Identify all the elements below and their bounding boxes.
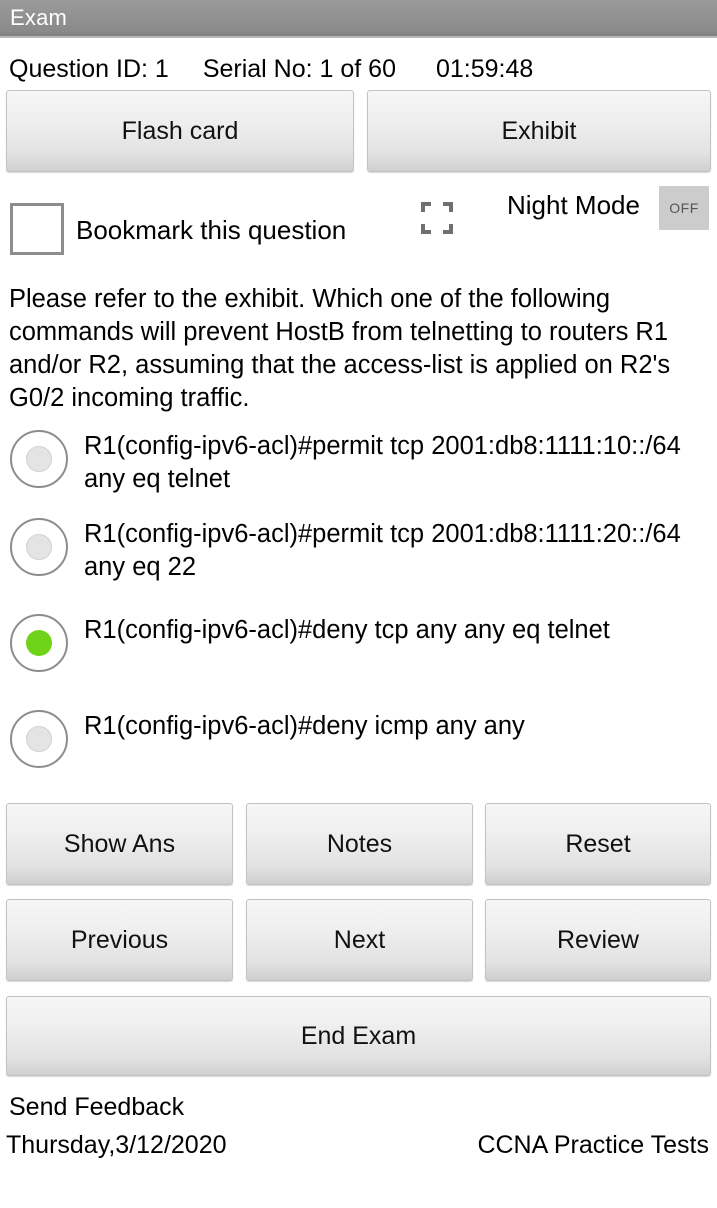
serial-number-label: Serial No: 1 of 60 [202, 54, 396, 83]
night-mode-state-label: OFF [669, 200, 699, 216]
exhibit-label: Exhibit [501, 116, 577, 145]
footer-brand: CCNA Practice Tests [477, 1131, 709, 1159]
answer-option-d[interactable]: R1(config-ipv6-acl)#deny icmp any any [0, 710, 717, 790]
answer-option-d-label: R1(config-ipv6-acl)#deny icmp any any [84, 712, 525, 740]
options-control-row: Bookmark this question Night Mode OFF [0, 186, 717, 258]
answer-option-c-label: R1(config-ipv6-acl)#deny tcp any any eq … [84, 616, 610, 644]
exam-screen: Exam Question ID: 1 Serial No: 1 of 60 0… [0, 0, 717, 1208]
question-text: Please refer to the exhibit. Which one o… [9, 285, 671, 412]
previous-button[interactable]: Previous [6, 899, 233, 981]
previous-label: Previous [70, 925, 169, 954]
titlebar: Exam [0, 0, 717, 38]
bookmark-label: Bookmark this question [76, 215, 347, 245]
night-mode-label: Night Mode [507, 190, 640, 220]
notes-button[interactable]: Notes [246, 803, 473, 885]
night-mode-toggle[interactable]: OFF [659, 186, 709, 230]
reset-button[interactable]: Reset [485, 803, 711, 885]
notes-label: Notes [326, 829, 393, 858]
exhibit-button[interactable]: Exhibit [367, 90, 711, 172]
answer-option-b-label: R1(config-ipv6-acl)#permit tcp 2001:db8:… [84, 520, 681, 581]
show-answer-label: Show Ans [63, 829, 176, 858]
action-row-primary: Show Ans Notes Reset [0, 803, 717, 887]
radio-button-b[interactable] [10, 518, 68, 576]
countdown-timer: 01:59:48 [435, 54, 534, 83]
reset-label: Reset [565, 829, 631, 858]
next-button[interactable]: Next [246, 899, 473, 981]
review-button[interactable]: Review [485, 899, 711, 981]
fullscreen-expand-icon[interactable] [419, 200, 455, 236]
exam-info-row: Question ID: 1 Serial No: 1 of 60 01:59:… [0, 52, 717, 86]
question-id-label: Question ID: 1 [9, 54, 169, 83]
bookmark-checkbox[interactable] [10, 203, 64, 255]
send-feedback-link[interactable]: Send Feedback [9, 1093, 184, 1122]
review-label: Review [557, 925, 639, 954]
end-exam-button[interactable]: End Exam [6, 996, 711, 1076]
radio-button-c[interactable] [10, 614, 68, 672]
flash-card-label: Flash card [121, 116, 239, 145]
answer-option-b[interactable]: R1(config-ipv6-acl)#permit tcp 2001:db8:… [0, 518, 717, 614]
end-exam-label: End Exam [300, 1021, 417, 1050]
top-action-row: Flash card Exhibit [0, 90, 717, 174]
footer-date: Thursday,3/12/2020 [6, 1131, 227, 1159]
show-answer-button[interactable]: Show Ans [6, 803, 233, 885]
answer-option-a-label: R1(config-ipv6-acl)#permit tcp 2001:db8:… [84, 432, 681, 493]
action-row-navigation: Previous Next Review [0, 899, 717, 983]
flash-card-button[interactable]: Flash card [6, 90, 354, 172]
answer-option-c[interactable]: R1(config-ipv6-acl)#deny tcp any any eq … [0, 614, 717, 710]
answer-options-list: R1(config-ipv6-acl)#permit tcp 2001:db8:… [0, 430, 717, 790]
answer-option-a[interactable]: R1(config-ipv6-acl)#permit tcp 2001:db8:… [0, 430, 717, 518]
window-title: Exam [10, 5, 68, 30]
next-label: Next [333, 925, 386, 954]
radio-button-a[interactable] [10, 430, 68, 488]
radio-button-d[interactable] [10, 710, 68, 768]
